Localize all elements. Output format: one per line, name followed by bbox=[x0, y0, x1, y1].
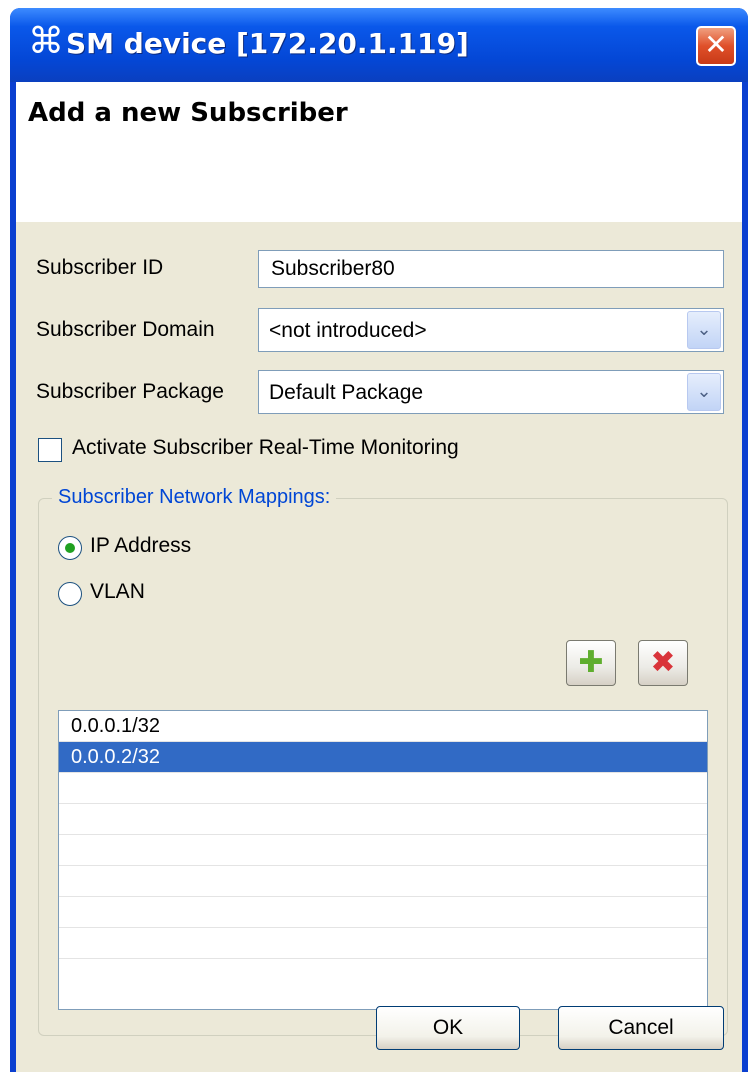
dialog-heading: Add a new Subscriber bbox=[28, 98, 348, 128]
list-item[interactable] bbox=[59, 928, 707, 959]
delete-icon: ✖ bbox=[650, 645, 676, 680]
dialog-window: ⌘ SM device [172.20.1.119] ✕ Add a new S… bbox=[10, 8, 748, 1072]
list-item[interactable] bbox=[59, 773, 707, 804]
dialog-body: Add a new Subscriber Subscriber ID Subsc… bbox=[16, 82, 742, 1072]
list-item[interactable]: 0.0.0.2/32 bbox=[59, 742, 707, 773]
add-mapping-button[interactable]: ✚ bbox=[566, 640, 616, 686]
cancel-button[interactable]: Cancel bbox=[558, 1006, 724, 1050]
chevron-down-icon[interactable]: ⌄ bbox=[687, 373, 721, 411]
monitoring-checkbox-label[interactable]: Activate Subscriber Real-Time Monitoring bbox=[72, 436, 459, 460]
subscriber-id-input[interactable]: Subscriber80 bbox=[258, 250, 724, 288]
subscriber-domain-select[interactable]: <not introduced> ⌄ bbox=[258, 308, 724, 352]
radio-selected-dot bbox=[65, 543, 75, 553]
subscriber-domain-label: Subscriber Domain bbox=[36, 318, 215, 341]
list-item[interactable] bbox=[59, 835, 707, 866]
title-bar[interactable]: ⌘ SM device [172.20.1.119] ✕ bbox=[10, 8, 748, 82]
ok-button[interactable]: OK bbox=[376, 1006, 520, 1050]
subscriber-package-value: Default Package bbox=[269, 381, 424, 404]
monitoring-checkbox[interactable] bbox=[38, 438, 62, 462]
close-button[interactable]: ✕ bbox=[696, 26, 736, 66]
window-title: SM device [172.20.1.119] bbox=[66, 27, 469, 60]
ip-address-radio-label[interactable]: IP Address bbox=[90, 534, 191, 558]
remove-mapping-button[interactable]: ✖ bbox=[638, 640, 688, 686]
command-key-icon: ⌘ bbox=[28, 21, 64, 62]
vlan-radio[interactable] bbox=[58, 582, 82, 606]
list-item[interactable]: 0.0.0.1/32 bbox=[59, 711, 707, 742]
list-item[interactable] bbox=[59, 897, 707, 928]
ip-address-radio[interactable] bbox=[58, 536, 82, 560]
plus-icon: ✚ bbox=[578, 645, 604, 680]
list-item[interactable] bbox=[59, 866, 707, 897]
close-icon: ✕ bbox=[704, 28, 728, 61]
mappings-list[interactable]: 0.0.0.1/32 0.0.0.2/32 bbox=[58, 710, 708, 1010]
subscriber-package-label: Subscriber Package bbox=[36, 380, 224, 403]
subscriber-domain-value: <not introduced> bbox=[269, 319, 427, 342]
vlan-radio-label[interactable]: VLAN bbox=[90, 580, 145, 604]
subscriber-package-select[interactable]: Default Package ⌄ bbox=[258, 370, 724, 414]
chevron-down-icon[interactable]: ⌄ bbox=[687, 311, 721, 349]
subscriber-id-label: Subscriber ID bbox=[36, 256, 164, 279]
network-mappings-title: Subscriber Network Mappings: bbox=[52, 486, 337, 509]
dialog-header: Add a new Subscriber bbox=[16, 82, 742, 222]
list-item[interactable] bbox=[59, 804, 707, 835]
